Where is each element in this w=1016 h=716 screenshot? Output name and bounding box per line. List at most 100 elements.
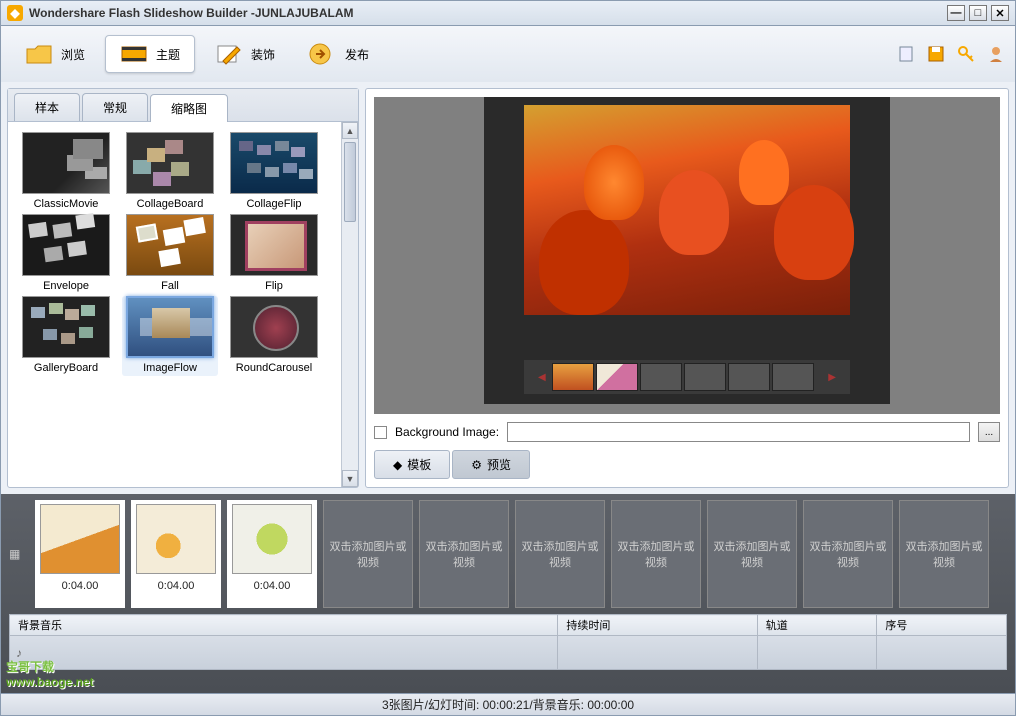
- watermark: 宝哥下载 www.baoge.net: [6, 652, 94, 688]
- scrollbar[interactable]: ▲ ▼: [341, 122, 358, 487]
- theme-thumb: [126, 132, 214, 194]
- theme-thumb: [22, 296, 110, 358]
- timeline-strip: ▦ 0:04.000:04.000:04.00双击添加图片或视频双击添加图片或视…: [9, 500, 1007, 608]
- theme-collageboard[interactable]: CollageBoard: [122, 132, 218, 210]
- next-icon[interactable]: ▶: [824, 372, 840, 383]
- theme-panel: 样本 常规 缩略图 ClassicMovie CollageBoardCollag…: [7, 88, 359, 488]
- theme-collageflip[interactable]: CollageFlip: [226, 132, 322, 210]
- publish-button[interactable]: 发布: [295, 36, 383, 72]
- theme-classicmovie[interactable]: ClassicMovie: [18, 132, 114, 210]
- decorate-button[interactable]: 装饰: [201, 36, 289, 72]
- publish-label: 发布: [345, 46, 369, 63]
- main-area: 样本 常规 缩略图 ClassicMovie CollageBoardCollag…: [0, 82, 1016, 494]
- timeline-clip[interactable]: 0:04.00: [227, 500, 317, 608]
- theme-roundcarousel[interactable]: RoundCarousel: [226, 296, 322, 376]
- clip-time: 0:04.00: [254, 580, 291, 592]
- minimize-button[interactable]: —: [947, 5, 965, 21]
- bg-image-input[interactable]: [507, 422, 970, 442]
- decorate-label: 装饰: [251, 46, 275, 63]
- audio-track-table: 背景音乐 持续时间 轨道 序号 ♪: [9, 614, 1007, 670]
- maximize-button[interactable]: □: [969, 5, 987, 21]
- preview-filmstrip: ◀ ▶: [524, 360, 850, 394]
- gear-icon: ⚙: [471, 458, 482, 472]
- template-icon: ◆: [393, 458, 402, 472]
- theme-envelope[interactable]: Envelope: [18, 214, 114, 292]
- main-toolbar: 浏览 主题 装饰 发布: [0, 26, 1016, 82]
- empty-clip-slot[interactable]: 双击添加图片或视频: [707, 500, 797, 608]
- folder-icon: [25, 42, 53, 66]
- timeline-area: ▦ 0:04.000:04.000:04.00双击添加图片或视频双击添加图片或视…: [0, 494, 1016, 694]
- theme-label: ClassicMovie: [18, 198, 114, 210]
- filmstrip-thumb[interactable]: [772, 363, 814, 391]
- tab-template-label: 模板: [407, 456, 431, 473]
- theme-label: 主题: [156, 46, 180, 63]
- film-icon: [120, 42, 148, 66]
- title-bar: ◆ Wondershare Flash Slideshow Builder -J…: [0, 0, 1016, 26]
- user-icon[interactable]: [987, 45, 1005, 63]
- preview-image: [524, 105, 850, 315]
- preview-panel: ◀ ▶ Background Image: ... ◆ 模板: [365, 88, 1009, 488]
- document-icon[interactable]: [897, 45, 915, 63]
- app-logo-icon: ◆: [7, 5, 23, 21]
- filmstrip-thumb[interactable]: [640, 363, 682, 391]
- scroll-down-icon[interactable]: ▼: [342, 470, 358, 487]
- scroll-thumb[interactable]: [344, 142, 356, 222]
- slide-frame: ◀ ▶: [484, 97, 890, 404]
- audio-track-row[interactable]: ♪: [10, 636, 1007, 670]
- empty-clip-slot[interactable]: 双击添加图片或视频: [611, 500, 701, 608]
- col-track: 轨道: [757, 615, 877, 636]
- window-title: Wondershare Flash Slideshow Builder -JUN…: [29, 6, 947, 20]
- tab-template[interactable]: ◆ 模板: [374, 450, 450, 479]
- theme-button[interactable]: 主题: [105, 35, 195, 73]
- clip-time: 0:04.00: [62, 580, 99, 592]
- theme-thumb: [230, 132, 318, 194]
- col-bgm: 背景音乐: [10, 615, 558, 636]
- theme-galleryboard[interactable]: GalleryBoard: [18, 296, 114, 376]
- timeline-clip[interactable]: 0:04.00: [131, 500, 221, 608]
- empty-clip-slot[interactable]: 双击添加图片或视频: [419, 500, 509, 608]
- edit-icon: [215, 42, 243, 66]
- col-index: 序号: [877, 615, 1007, 636]
- video-track-icon: ▦: [9, 500, 29, 608]
- key-icon[interactable]: [957, 45, 975, 63]
- arrow-right-icon: [309, 42, 337, 66]
- empty-clip-slot[interactable]: 双击添加图片或视频: [899, 500, 989, 608]
- preview-stage: ◀ ▶: [374, 97, 1000, 414]
- tab-preview-label: 预览: [487, 456, 511, 473]
- preview-tabs: ◆ 模板 ⚙ 预览: [374, 450, 1000, 479]
- status-bar: 3张图片/幻灯时间: 00:00:21/背景音乐: 00:00:00: [0, 694, 1016, 716]
- status-text: 3张图片/幻灯时间: 00:00:21/背景音乐: 00:00:00: [382, 696, 634, 713]
- empty-clip-slot[interactable]: 双击添加图片或视频: [803, 500, 893, 608]
- filmstrip-thumb[interactable]: [552, 363, 594, 391]
- theme-fall[interactable]: Fall: [122, 214, 218, 292]
- theme-flip[interactable]: Flip: [226, 214, 322, 292]
- empty-clip-slot[interactable]: 双击添加图片或视频: [515, 500, 605, 608]
- watermark-url: www.baoge.net: [6, 676, 94, 688]
- clip-thumb: [40, 504, 120, 574]
- browse-bg-button[interactable]: ...: [978, 422, 1000, 442]
- filmstrip-thumb[interactable]: [728, 363, 770, 391]
- filmstrip-thumb[interactable]: [684, 363, 726, 391]
- filmstrip-thumb[interactable]: [596, 363, 638, 391]
- empty-clip-slot[interactable]: 双击添加图片或视频: [323, 500, 413, 608]
- browse-button[interactable]: 浏览: [11, 36, 99, 72]
- tab-normal[interactable]: 常规: [82, 93, 148, 121]
- theme-imageflow[interactable]: ImageFlow: [122, 296, 218, 376]
- scroll-up-icon[interactable]: ▲: [342, 122, 358, 139]
- timeline-clip[interactable]: 0:04.00: [35, 500, 125, 608]
- theme-label: GalleryBoard: [18, 362, 114, 374]
- bg-image-label: Background Image:: [395, 425, 499, 439]
- watermark-text: 宝哥下载: [6, 660, 54, 674]
- theme-label: Envelope: [18, 280, 114, 292]
- save-icon[interactable]: [927, 45, 945, 63]
- tab-preview[interactable]: ⚙ 预览: [452, 450, 530, 479]
- close-button[interactable]: ✕: [991, 5, 1009, 21]
- theme-tabs: 样本 常规 缩略图: [8, 89, 358, 122]
- browse-label: 浏览: [61, 46, 85, 63]
- theme-label: ImageFlow: [122, 362, 218, 374]
- tab-sample[interactable]: 样本: [14, 93, 80, 121]
- bg-image-checkbox[interactable]: [374, 426, 387, 439]
- prev-icon[interactable]: ◀: [534, 372, 550, 383]
- theme-label: Fall: [122, 280, 218, 292]
- tab-thumbnail[interactable]: 缩略图: [150, 94, 228, 122]
